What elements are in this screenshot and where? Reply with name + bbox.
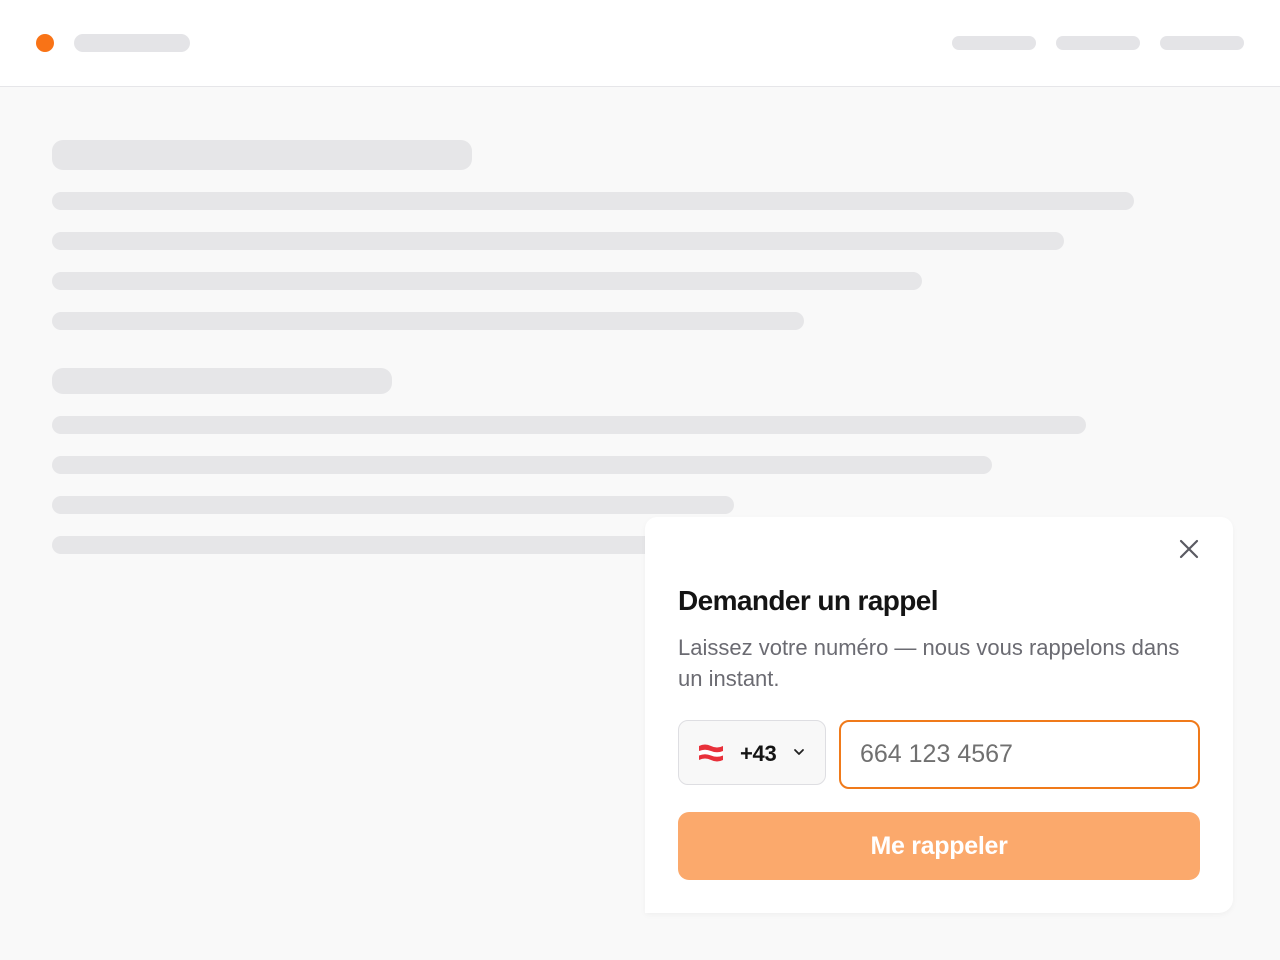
close-icon: [1179, 539, 1199, 559]
widget-description: Laissez votre numéro — nous vous rappelo…: [678, 635, 1180, 691]
chevron-down-icon: [794, 749, 804, 755]
text-line-placeholder: [52, 416, 1086, 434]
text-line-placeholder: [52, 312, 804, 330]
text-line-placeholder: [52, 192, 1134, 210]
text-line-placeholder: [52, 232, 1064, 250]
text-line-placeholder: [52, 456, 992, 474]
brand-logo-dot[interactable]: [36, 34, 54, 52]
country-code-select[interactable]: +43: [678, 720, 826, 785]
subheading-placeholder: [52, 368, 392, 394]
widget-title: Demander un rappel: [678, 585, 939, 616]
text-line-placeholder: [52, 496, 734, 514]
austria-flag-icon: [699, 744, 723, 762]
dial-code: +43: [740, 741, 777, 766]
callback-request-widget: Demander un rappel Laissez votre numéro …: [645, 517, 1233, 913]
nav-link-placeholder-2[interactable]: [1056, 36, 1140, 50]
nav-link-placeholder-3[interactable]: [1160, 36, 1244, 50]
text-line-placeholder: [52, 536, 672, 554]
text-line-placeholder: [52, 272, 922, 290]
top-navigation-bar: [0, 0, 1280, 87]
phone-number-input[interactable]: [839, 720, 1200, 789]
callback-submit-button[interactable]: Me rappeler: [678, 812, 1200, 880]
nav-link-placeholder-1[interactable]: [952, 36, 1036, 50]
heading-placeholder: [52, 140, 472, 170]
brand-name-placeholder: [74, 34, 190, 52]
close-button[interactable]: [1173, 535, 1205, 563]
